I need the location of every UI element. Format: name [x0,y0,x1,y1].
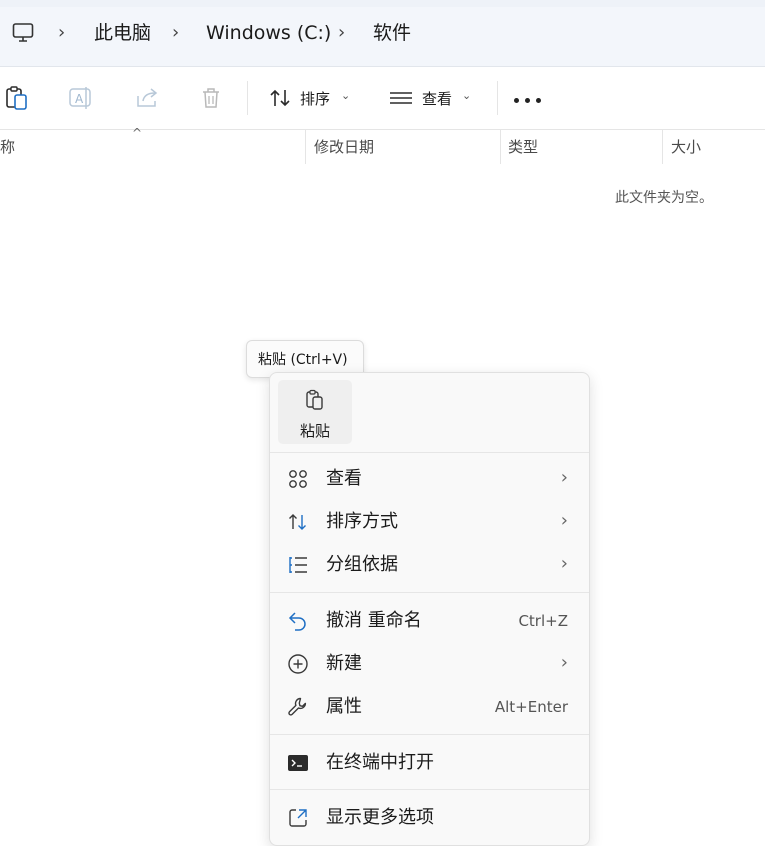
menu-item-label: 排序方式 [326,511,398,532]
view-lines-icon[interactable] [386,83,416,113]
address-bar: › 此电脑 › Windows (C:) › 软件 [0,0,765,67]
view-dropdown-chevron-icon[interactable]: ⌄ [462,89,471,102]
toolbar-divider [247,81,248,115]
wrench-icon [286,695,310,719]
breadcrumb-separator-icon[interactable]: › [338,20,345,46]
new-plus-icon [286,652,310,676]
breadcrumb-separator-icon[interactable]: › [172,20,179,46]
paste-icon [303,388,327,412]
column-divider[interactable] [500,130,501,164]
breadcrumb-this-pc[interactable]: 此电脑 [94,20,151,46]
share-icon[interactable] [132,83,162,113]
menu-item-view[interactable]: 查看 › [278,458,582,498]
menu-item-label: 显示更多选项 [326,807,434,828]
sort-icon [286,510,310,534]
menu-item-undo-rename[interactable]: 撤消 重命名 Ctrl+Z [278,600,582,640]
undo-icon [286,609,310,633]
submenu-chevron-icon: › [560,467,568,488]
delete-icon[interactable] [196,83,226,113]
menu-separator [270,592,589,593]
menu-item-label: 属性 [326,696,362,717]
paste-button[interactable]: 粘贴 [278,380,352,444]
menu-item-open-in-terminal[interactable]: 在终端中打开 [278,742,582,782]
view-grid-icon [286,467,310,491]
sort-button-label[interactable]: 排序 [300,88,330,110]
window-top-strip [0,0,765,7]
submenu-chevron-icon: › [560,510,568,531]
group-list-icon [286,553,310,577]
paste-label: 粘贴 [299,422,330,440]
menu-item-properties[interactable]: 属性 Alt+Enter [278,686,582,726]
menu-item-label: 分组依据 [326,554,398,575]
menu-separator [270,734,589,735]
menu-separator [270,452,589,453]
submenu-chevron-icon: › [560,553,568,574]
column-size[interactable]: 大小 [671,137,701,157]
computer-icon[interactable] [11,21,35,45]
column-name[interactable]: 称 [0,137,15,157]
column-divider[interactable] [662,130,663,164]
sort-icon[interactable] [266,83,296,113]
column-header-row: 称 修改日期 类型 大小 [0,130,765,164]
menu-item-label: 查看 [326,468,362,489]
more-options-icon[interactable] [514,96,542,106]
menu-item-label: 撤消 重命名 [326,610,422,631]
column-divider[interactable] [305,130,306,164]
sort-dropdown-chevron-icon[interactable]: ⌄ [341,89,350,102]
menu-item-label: 新建 [326,653,362,674]
paste-icon[interactable] [2,83,32,113]
toolbar-divider [497,81,498,115]
open-external-icon [286,806,310,830]
menu-item-shortcut: Ctrl+Z [518,612,568,630]
menu-item-show-more-options[interactable]: 显示更多选项 [278,797,582,837]
menu-item-sort-by[interactable]: 排序方式 › [278,501,582,541]
empty-folder-message: 此文件夹为空。 [615,190,713,206]
breadcrumb-current-folder[interactable]: 软件 [373,20,411,46]
menu-item-label: 在终端中打开 [326,752,434,773]
terminal-icon [286,751,310,775]
menu-item-shortcut: Alt+Enter [494,698,568,716]
tooltip-text: 粘贴 (Ctrl+V) [258,352,348,368]
breadcrumb-drive-c[interactable]: Windows (C:) [206,20,331,46]
column-modified-date[interactable]: 修改日期 [314,137,374,157]
submenu-chevron-icon: › [560,652,568,673]
rename-icon[interactable]: A [66,83,96,113]
view-button-label[interactable]: 查看 [422,88,452,110]
menu-separator [270,789,589,790]
menu-item-new[interactable]: 新建 › [278,643,582,683]
column-type[interactable]: 类型 [508,137,538,157]
breadcrumb-separator-icon[interactable]: › [58,20,65,46]
command-bar: A 排序 ⌄ 查看 ⌄ [0,67,765,130]
menu-item-group-by[interactable]: 分组依据 › [278,544,582,584]
svg-text:A: A [75,92,84,106]
